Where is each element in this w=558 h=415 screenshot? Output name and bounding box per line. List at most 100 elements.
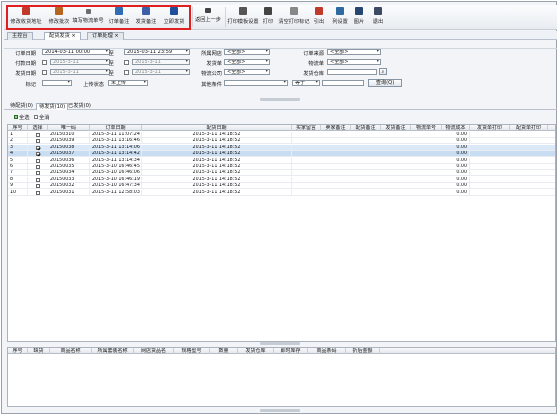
tab-shipped[interactable]: 已发货(0) bbox=[66, 103, 93, 110]
print-template-button[interactable]: 打印模板设置 bbox=[227, 7, 259, 28]
table-cell: 0.00 bbox=[442, 176, 470, 183]
order-date-from-input[interactable]: 2014-03-11 00:00 bbox=[42, 49, 110, 55]
warehouse-lookup-button[interactable]: ⌕ bbox=[379, 68, 387, 75]
table-cell: 20150033 bbox=[48, 176, 90, 183]
ship-now-button[interactable]: 立即发货 bbox=[162, 7, 186, 28]
exit-label: 退出 bbox=[372, 19, 384, 25]
fill-tracking-button[interactable]: 填写物流单号 bbox=[72, 7, 104, 28]
row-select-checkbox[interactable] bbox=[36, 190, 40, 195]
logistics-no-select[interactable]: <全部> bbox=[327, 59, 381, 65]
column-header[interactable]: 商品条码 bbox=[308, 348, 346, 354]
exit-button[interactable]: 退出 bbox=[372, 7, 384, 28]
upload-status-select[interactable]: 未上传 bbox=[108, 80, 148, 86]
row-select-checkbox[interactable] bbox=[36, 152, 40, 157]
image-button[interactable]: 图片 bbox=[353, 7, 365, 28]
table-row[interactable]: 2 20150039 2015-3-11 13:16:46 2015-3-11 14:… bbox=[8, 138, 555, 145]
row-select-checkbox[interactable] bbox=[36, 165, 40, 169]
column-header[interactable]: 选择 bbox=[28, 125, 48, 131]
column-header[interactable]: 即时库存 bbox=[274, 348, 308, 354]
row-select-checkbox[interactable] bbox=[36, 145, 40, 150]
tab-pending-shipment[interactable]: 待发货(10) bbox=[36, 103, 69, 110]
deselect-all-button[interactable]: 全消 bbox=[34, 114, 49, 121]
table-row[interactable]: 3 20150038 2015-3-11 13:14:06 2015-3-11 14:… bbox=[8, 144, 555, 151]
column-header[interactable]: 物流单号 bbox=[411, 125, 442, 131]
table-row[interactable]: 7 20150034 2015-3-10 16:46:06 2015-3-11 14:… bbox=[8, 170, 555, 177]
column-header[interactable]: 折后金额 bbox=[346, 348, 380, 354]
column-header[interactable]: 配货日期 bbox=[142, 125, 292, 131]
column-header[interactable]: 规格型号 bbox=[174, 348, 210, 354]
table-row[interactable]: 5 20150036 2015-3-11 13:14:34 2015-3-11 14:… bbox=[8, 157, 555, 164]
splitter-handle[interactable] bbox=[260, 98, 300, 101]
table-row[interactable]: 8 20150033 2015-3-10 16:46:19 2015-3-11 14:… bbox=[8, 176, 555, 183]
row-select-checkbox[interactable] bbox=[36, 133, 40, 137]
order-date-to-input[interactable]: 2015-03-11 23:59 bbox=[124, 49, 190, 55]
mark-select[interactable] bbox=[42, 80, 72, 86]
tab-dashboard[interactable]: 主控台 bbox=[7, 32, 33, 40]
close-icon[interactable]: × bbox=[71, 33, 75, 39]
query-button[interactable]: 查询(Q) bbox=[368, 79, 402, 87]
pay-date-checkbox[interactable] bbox=[42, 60, 47, 65]
ship-date-checkbox[interactable] bbox=[42, 70, 47, 75]
order-note-button[interactable]: 订单备注 bbox=[108, 7, 130, 28]
column-header[interactable]: 配货备注 bbox=[351, 125, 381, 131]
column-header[interactable]: 订单日期 bbox=[90, 125, 142, 131]
back-step-label: 返回上一步 bbox=[195, 17, 221, 23]
column-header[interactable]: 发货备注 bbox=[381, 125, 411, 131]
other-conditions-select[interactable] bbox=[224, 80, 288, 86]
column-header[interactable]: 序号 bbox=[8, 125, 28, 131]
column-header[interactable]: 商品名称 bbox=[50, 348, 92, 354]
edit-address-button[interactable]: 修改收货地址 bbox=[6, 7, 46, 28]
store-select[interactable]: <全部> bbox=[224, 49, 270, 55]
select-all-button[interactable]: 全选 bbox=[14, 114, 29, 121]
row-select-checkbox[interactable] bbox=[36, 171, 40, 176]
table-cell: 0.00 bbox=[442, 132, 470, 138]
tab-order-processing[interactable]: 订单处理 × bbox=[87, 32, 124, 40]
pay-date-to-checkbox[interactable] bbox=[124, 60, 129, 65]
export-button[interactable]: 引出 bbox=[313, 7, 325, 28]
column-header[interactable]: 网店货品名 bbox=[134, 348, 174, 354]
warehouse-input[interactable] bbox=[327, 69, 377, 75]
tab-allocation-shipping[interactable]: 配货发货 × bbox=[44, 32, 81, 40]
row-select-checkbox[interactable] bbox=[36, 139, 40, 144]
operator-select[interactable]: 等于 bbox=[292, 80, 320, 86]
column-header[interactable]: 买家留言 bbox=[292, 125, 321, 131]
column-header[interactable]: 唯一码 bbox=[48, 125, 90, 131]
column-header[interactable]: 发货单打印 bbox=[470, 125, 510, 131]
ship-date-from-input[interactable]: 2015-3-11 bbox=[50, 69, 110, 75]
splitter-handle[interactable] bbox=[260, 342, 300, 345]
condition-value-input[interactable] bbox=[322, 80, 364, 86]
logistics-company-select[interactable]: <全部> bbox=[224, 69, 270, 75]
column-header[interactable]: 发货仓库 bbox=[238, 348, 274, 354]
row-select-checkbox[interactable] bbox=[36, 177, 40, 182]
ship-date-to-input[interactable]: 2015-3-11 bbox=[132, 69, 190, 75]
column-header[interactable]: 配货单打印 bbox=[510, 125, 548, 131]
pay-date-to-input[interactable]: 2015-3-11 bbox=[132, 59, 190, 65]
table-row[interactable]: 4 20150037 2015-3-11 13:14:42 2015-3-11 14:… bbox=[8, 151, 555, 158]
table-row[interactable]: 9 20150032 2015-3-10 16:47:34 2015-3-11 14:… bbox=[8, 183, 555, 190]
column-header[interactable]: 数量 bbox=[210, 348, 238, 354]
row-select-checkbox[interactable] bbox=[36, 158, 40, 163]
clear-print-mark-button[interactable]: 清空打印标记 bbox=[278, 7, 310, 28]
pay-date-from-input[interactable]: 2015-3-11 bbox=[50, 59, 110, 65]
column-header[interactable]: 所属套装名称 bbox=[92, 348, 134, 354]
ship-type-select[interactable]: <全部> bbox=[224, 59, 270, 65]
column-header[interactable]: 卖家备注 bbox=[321, 125, 351, 131]
table-row[interactable]: 10 20150031 2015-3-11 12:58:03 2015-3-11 14… bbox=[8, 189, 555, 196]
close-icon[interactable]: × bbox=[114, 33, 118, 39]
ship-date-to-checkbox[interactable] bbox=[124, 70, 129, 75]
splitter-handle[interactable] bbox=[260, 409, 300, 412]
table-row[interactable]: 6 20150035 2015-3-10 16:46:45 2015-3-11 14:… bbox=[8, 164, 555, 170]
tab-pending-allocation[interactable]: 待配货(0) bbox=[8, 103, 35, 110]
row-select-checkbox[interactable] bbox=[36, 184, 40, 189]
table-row[interactable]: 1 20150310 2015-3-11 11:07:24 2015-3-11 14:… bbox=[8, 132, 555, 138]
order-source-select[interactable]: <全部> bbox=[327, 49, 381, 55]
ship-now-label: 立即发货 bbox=[163, 19, 185, 25]
column-header[interactable]: 序号 bbox=[8, 348, 28, 354]
column-header[interactable]: 缺货 bbox=[28, 348, 50, 354]
column-settings-button[interactable]: 列设置 bbox=[331, 7, 349, 28]
print-button[interactable]: 打印 bbox=[261, 7, 275, 28]
column-header[interactable]: 物流成本 bbox=[442, 125, 470, 131]
edit-batch-button[interactable]: 修改批次 bbox=[47, 7, 71, 28]
ship-note-button[interactable]: 发货备注 bbox=[134, 7, 158, 28]
back-step-button[interactable]: 返回上一步 bbox=[194, 7, 222, 28]
